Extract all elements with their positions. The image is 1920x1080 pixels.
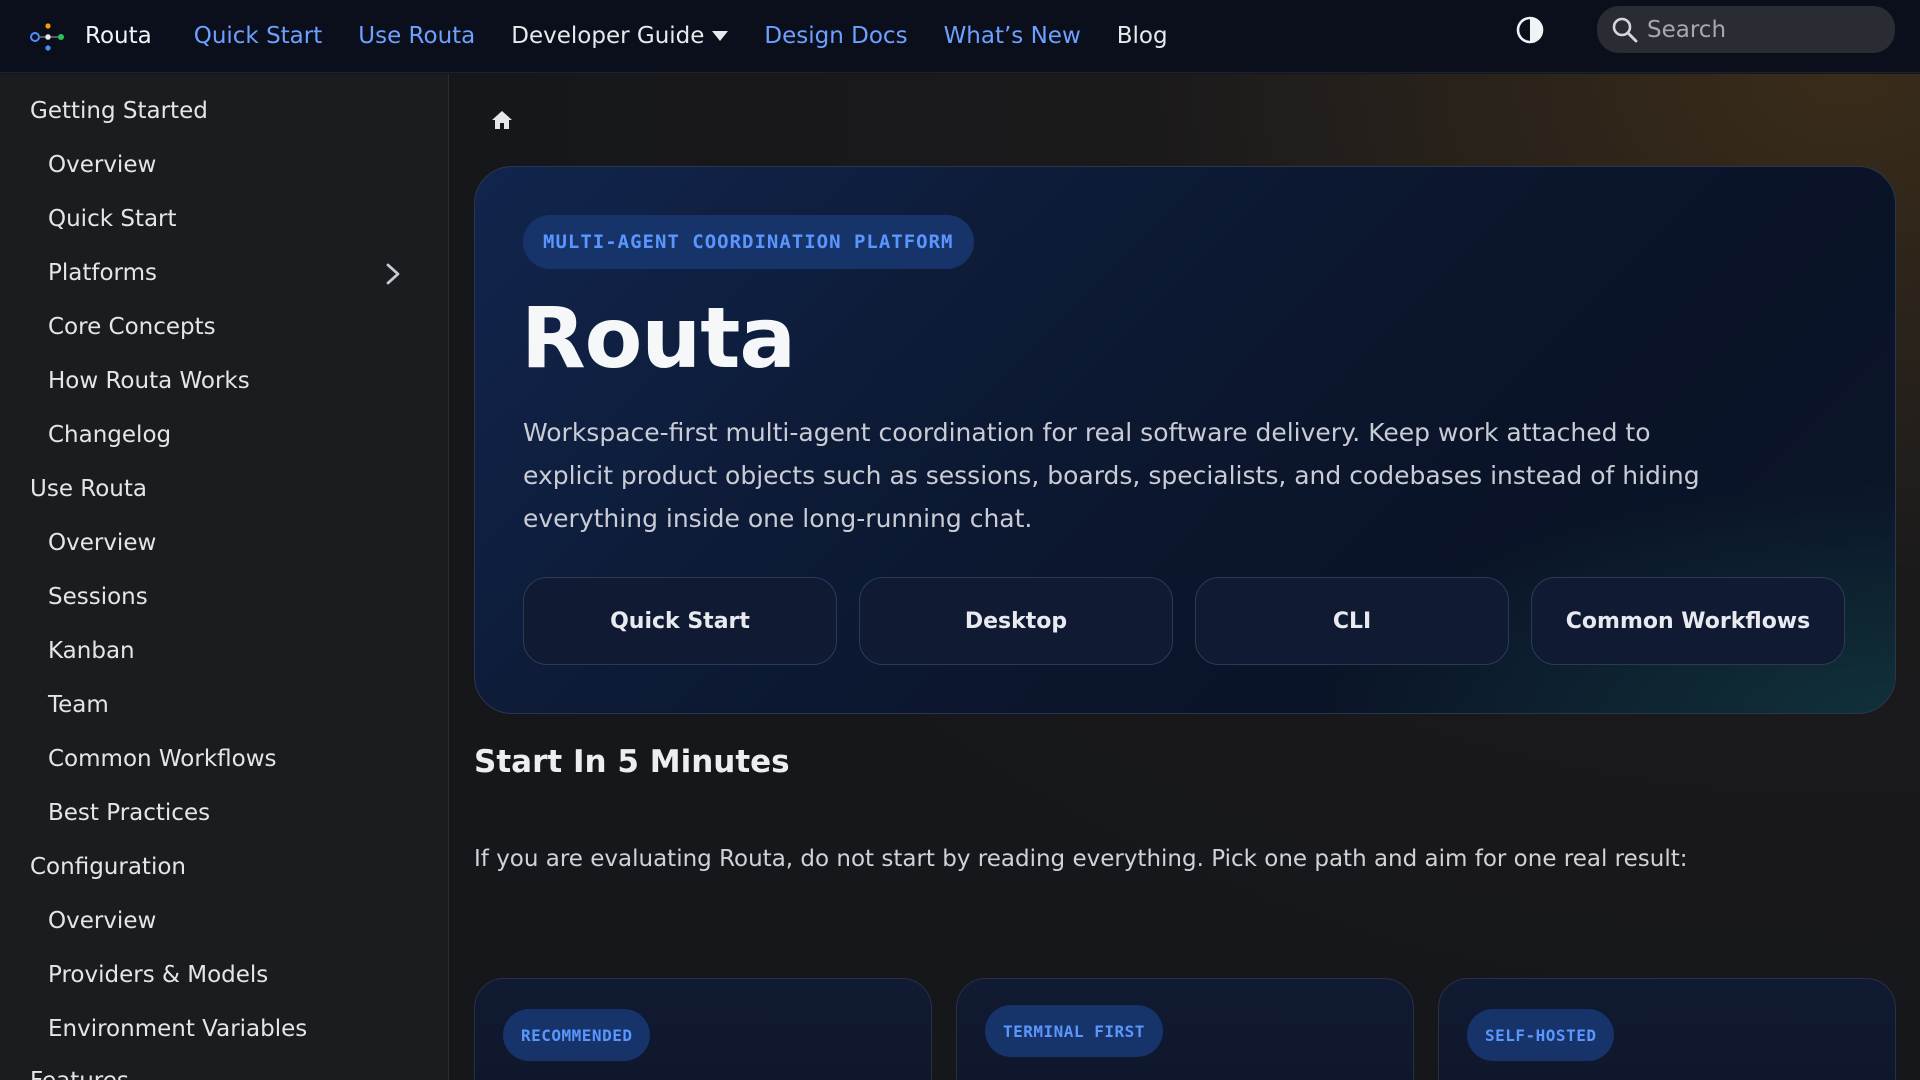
hero-badge: MULTI-AGENT COORDINATION PLATFORM — [523, 215, 974, 269]
top-navigation: Routa Quick Start Use Routa Developer Gu… — [0, 0, 1920, 73]
desktop-button[interactable]: Desktop — [859, 577, 1173, 665]
sidebar-item-common-workflows[interactable]: Common Workflows — [48, 746, 277, 772]
sidebar-item-team[interactable]: Team — [48, 692, 109, 718]
search-icon — [1612, 17, 1638, 42]
quick-start-button[interactable]: Quick Start — [523, 577, 837, 665]
cli-button[interactable]: CLI — [1195, 577, 1509, 665]
primary-nav: Quick Start Use Routa Developer Guide De… — [194, 0, 1204, 72]
hero-description: Workspace-first multi-agent coordination… — [523, 418, 1700, 533]
section-title: Start In 5 Minutes — [474, 744, 790, 780]
sidebar-item-kanban[interactable]: Kanban — [48, 638, 135, 664]
nav-use-routa[interactable]: Use Routa — [358, 23, 475, 49]
common-workflows-button[interactable]: Common Workflows — [1531, 577, 1845, 665]
search-placeholder: Search — [1647, 16, 1727, 43]
sidebar-item-config-overview[interactable]: Overview — [48, 908, 156, 934]
sidebar: Getting Started Overview Quick Start Pla… — [0, 74, 449, 1080]
home-icon[interactable] — [490, 108, 514, 132]
path-card-terminal-first[interactable]: TERMINAL FIRST — [956, 978, 1414, 1080]
hero-title: Routa — [521, 289, 796, 387]
nav-blog[interactable]: Blog — [1117, 23, 1168, 49]
sidebar-item-core-concepts[interactable]: Core Concepts — [48, 314, 216, 340]
card-badge: SELF-HOSTED — [1467, 1009, 1615, 1061]
sidebar-section-configuration[interactable]: Configuration — [30, 854, 186, 880]
sidebar-item-quick-start[interactable]: Quick Start — [48, 206, 177, 232]
routa-logo-icon — [30, 23, 64, 51]
search-box[interactable]: Search — [1597, 6, 1895, 53]
brand-name: Routa — [85, 23, 152, 49]
nav-quick-start[interactable]: Quick Start — [194, 23, 323, 49]
caret-down-icon — [712, 31, 729, 41]
nav-developer-guide-label: Developer Guide — [511, 23, 705, 49]
chevron-right-icon[interactable] — [382, 260, 404, 288]
path-card-self-hosted[interactable]: SELF-HOSTED — [1438, 978, 1896, 1080]
sidebar-section-use-routa[interactable]: Use Routa — [30, 476, 147, 502]
sidebar-item-overview[interactable]: Overview — [48, 152, 156, 178]
brand[interactable]: Routa — [29, 0, 152, 72]
main-content: MULTI-AGENT COORDINATION PLATFORM Routa … — [450, 74, 1920, 1080]
nav-developer-guide[interactable]: Developer Guide — [511, 23, 729, 49]
sidebar-item-best-practices[interactable]: Best Practices — [48, 800, 210, 826]
section-description: If you are evaluating Routa, do not star… — [474, 846, 1688, 872]
path-card-recommended[interactable]: RECOMMENDED — [474, 978, 932, 1080]
sidebar-item-environment-variables[interactable]: Environment Variables — [48, 1016, 307, 1042]
nav-whats-new[interactable]: What’s New — [944, 23, 1081, 49]
card-badge: TERMINAL FIRST — [985, 1005, 1163, 1057]
card-badge: RECOMMENDED — [503, 1009, 651, 1061]
sidebar-item-sessions[interactable]: Sessions — [48, 584, 148, 610]
sidebar-item-changelog[interactable]: Changelog — [48, 422, 171, 448]
sidebar-item-providers-models[interactable]: Providers & Models — [48, 962, 268, 988]
sidebar-item-platforms[interactable]: Platforms — [48, 260, 157, 286]
sidebar-item-use-overview[interactable]: Overview — [48, 530, 156, 556]
sidebar-section-features[interactable]: Features — [30, 1068, 129, 1080]
sidebar-section-getting-started[interactable]: Getting Started — [30, 98, 208, 124]
hero-card: MULTI-AGENT COORDINATION PLATFORM Routa … — [474, 166, 1896, 714]
contrast-icon[interactable] — [1515, 15, 1545, 45]
nav-design-docs[interactable]: Design Docs — [764, 23, 907, 49]
sidebar-item-how-routa-works[interactable]: How Routa Works — [48, 368, 250, 394]
